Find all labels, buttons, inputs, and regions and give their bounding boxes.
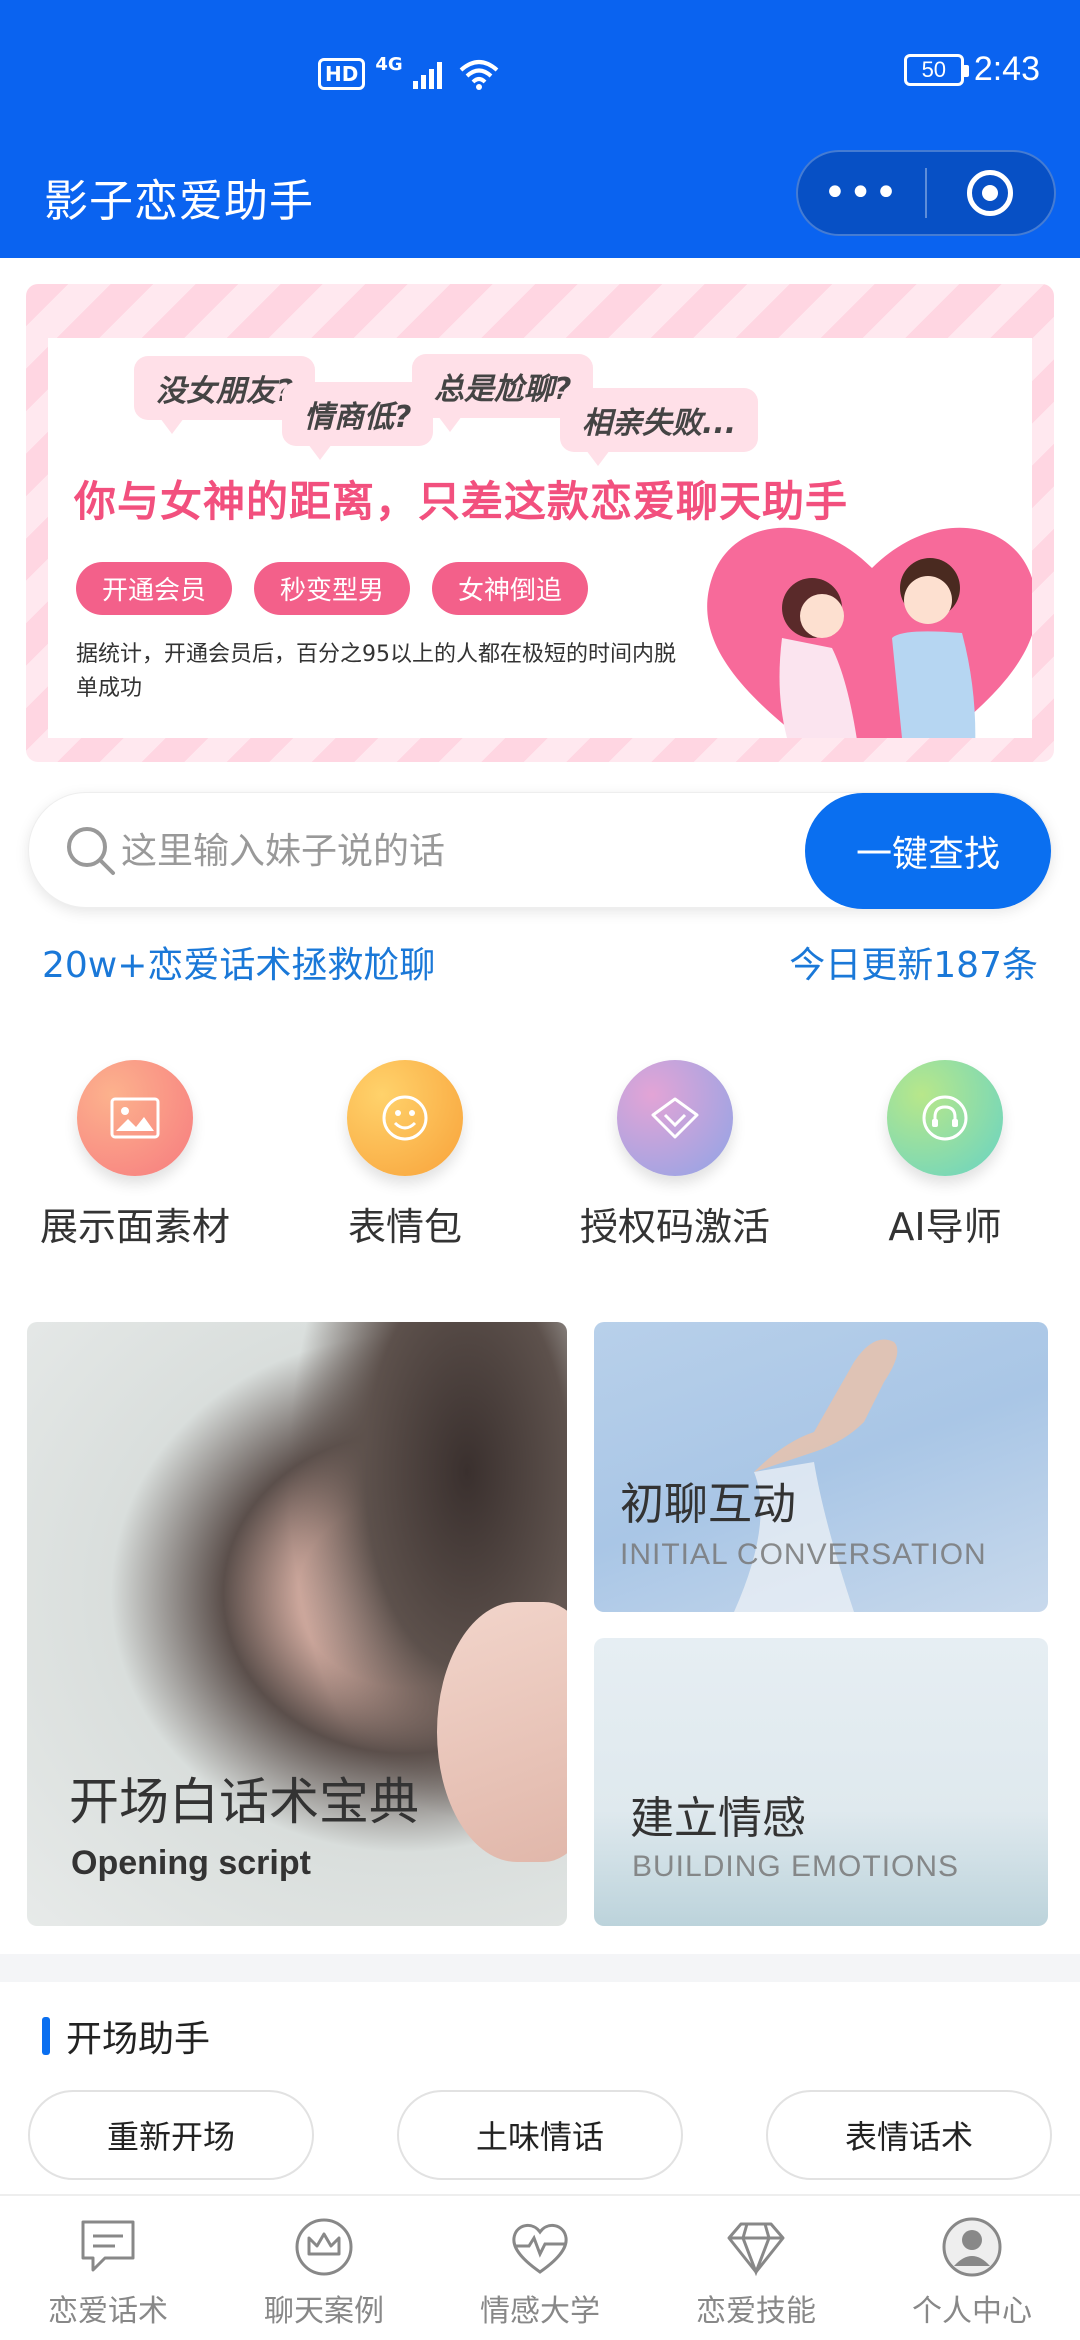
diamond-icon bbox=[651, 1097, 699, 1139]
search-input[interactable] bbox=[121, 821, 721, 881]
battery-icon: 50 bbox=[903, 53, 969, 86]
card-title: 初聊互动 bbox=[620, 1479, 796, 1530]
tab-label: 恋爱技能 bbox=[696, 2294, 816, 2329]
option-cheesy-lines-button[interactable]: 土味情话 bbox=[397, 2090, 683, 2180]
quick-action-materials[interactable]: 展示面素材 bbox=[0, 1060, 270, 1251]
card-title: 建立情感 bbox=[630, 1793, 806, 1844]
chat-icon bbox=[81, 2220, 135, 2272]
tab-label: 情感大学 bbox=[480, 2294, 600, 2329]
target-icon bbox=[967, 170, 1014, 216]
clock: 2:43 bbox=[973, 50, 1040, 88]
crown-icon bbox=[295, 2218, 353, 2276]
quick-action-label: 表情包 bbox=[347, 1205, 462, 1249]
banner-tags: 开通会员 秒变型男 女神倒追 bbox=[76, 562, 589, 615]
search-icon bbox=[67, 827, 115, 875]
user-icon bbox=[942, 2217, 1002, 2277]
tab-love-lines[interactable]: 恋爱话术 bbox=[0, 2196, 216, 2340]
building-emotions-card[interactable]: 建立情感 BUILDING EMOTIONS bbox=[594, 1638, 1048, 1926]
banner-note: 据统计，开通会员后，百分之95以上的人都在极短的时间内脱单成功 bbox=[76, 642, 676, 701]
quick-action-stickers[interactable]: 表情包 bbox=[270, 1060, 540, 1251]
network-type: 4G bbox=[375, 53, 403, 75]
close-miniprogram-button[interactable] bbox=[927, 170, 1054, 216]
banner-bubble: 情商低? bbox=[282, 382, 434, 460]
tab-emotion-university[interactable]: 情感大学 bbox=[432, 2196, 648, 2340]
headset-icon bbox=[922, 1095, 968, 1141]
card-subtitle: INITIAL CONVERSATION bbox=[620, 1538, 987, 1571]
quick-action-label: 展示面素材 bbox=[39, 1205, 230, 1249]
card-subtitle: BUILDING EMOTIONS bbox=[632, 1850, 960, 1883]
quick-action-label: AI导师 bbox=[888, 1205, 1002, 1249]
banner-content: 没女朋友? 情商低? 总是尬聊? 相亲失败... 你与女神的距离，只差这款恋爱聊… bbox=[48, 338, 1032, 738]
section-header: 开场助手 bbox=[42, 2010, 210, 2062]
banner-tag: 开通会员 bbox=[76, 562, 233, 615]
card-title: 开场白话术宝典 bbox=[69, 1773, 419, 1831]
status-left: HD 4G bbox=[318, 54, 499, 90]
section-accent-bar bbox=[42, 2017, 50, 2055]
card-subtitle: Opening script bbox=[71, 1844, 311, 1882]
quick-action-circle bbox=[77, 1060, 193, 1176]
banner-tag: 秒变型男 bbox=[254, 562, 411, 615]
status-bar: HD 4G 50 2:43 bbox=[0, 0, 1080, 150]
banner-tag: 女神倒追 bbox=[432, 562, 589, 615]
library-count-text: 20w+恋爱话术拯救尬聊 bbox=[42, 945, 436, 986]
bottom-tab-bar: 恋爱话术 聊天案例 情感大学 恋爱技能 个人中心 bbox=[0, 2194, 1080, 2340]
tab-profile[interactable]: 个人中心 bbox=[864, 2196, 1080, 2340]
tab-label: 聊天案例 bbox=[264, 2294, 384, 2329]
app-header: HD 4G 50 2:43 影子恋爱助手 ••• bbox=[0, 0, 1080, 258]
couple-heart-illustration bbox=[707, 527, 1032, 738]
search-button[interactable]: 一键查找 bbox=[805, 793, 1051, 909]
opening-script-card[interactable]: 开场白话术宝典 Opening script bbox=[27, 1322, 567, 1926]
more-options-button[interactable]: ••• bbox=[798, 173, 925, 213]
signal-icon bbox=[412, 62, 442, 89]
quick-action-circle bbox=[887, 1060, 1003, 1176]
section-title: 开场助手 bbox=[66, 2019, 211, 2060]
option-emoji-lines-button[interactable]: 表情话术 bbox=[766, 2090, 1052, 2180]
quick-action-circle bbox=[347, 1060, 463, 1176]
quick-action-circle bbox=[617, 1060, 733, 1176]
tab-label: 恋爱话术 bbox=[48, 2294, 168, 2329]
option-restart-button[interactable]: 重新开场 bbox=[28, 2090, 314, 2180]
section-divider bbox=[0, 1954, 1080, 1982]
quick-action-activation[interactable]: 授权码激活 bbox=[540, 1060, 810, 1251]
initial-conversation-card[interactable]: 初聊互动 INITIAL CONVERSATION bbox=[594, 1322, 1048, 1612]
miniprogram-capsule: ••• bbox=[796, 150, 1056, 236]
tab-label: 个人中心 bbox=[912, 2294, 1032, 2329]
page-title: 影子恋爱助手 bbox=[44, 176, 314, 227]
diamond-icon bbox=[727, 2222, 785, 2277]
image-icon bbox=[110, 1097, 160, 1139]
info-row: 20w+恋爱话术拯救尬聊 今日更新187条 bbox=[42, 936, 1038, 988]
quick-actions: 展示面素材 表情包 授权码激活 AI导师 bbox=[0, 1060, 1080, 1251]
search-bar: 一键查找 bbox=[28, 792, 1052, 909]
smiley-icon bbox=[382, 1095, 428, 1141]
tab-love-skills[interactable]: 恋爱技能 bbox=[648, 2196, 864, 2340]
daily-update-text: 今日更新187条 bbox=[789, 945, 1038, 986]
status-right: 50 2:43 bbox=[903, 50, 1040, 89]
heartbeat-icon bbox=[512, 2224, 568, 2274]
opening-assistant-options: 重新开场 土味情话 表情话术 bbox=[28, 2090, 1052, 2180]
banner-bubble: 相亲失败... bbox=[560, 388, 759, 466]
quick-action-ai-tutor[interactable]: AI导师 bbox=[810, 1060, 1080, 1251]
tab-chat-cases[interactable]: 聊天案例 bbox=[216, 2196, 432, 2340]
wifi-icon bbox=[459, 60, 498, 90]
hd-badge: HD bbox=[318, 58, 366, 90]
quick-action-label: 授权码激活 bbox=[579, 1205, 770, 1249]
promo-banner[interactable]: 没女朋友? 情商低? 总是尬聊? 相亲失败... 你与女神的距离，只差这款恋爱聊… bbox=[26, 284, 1054, 762]
